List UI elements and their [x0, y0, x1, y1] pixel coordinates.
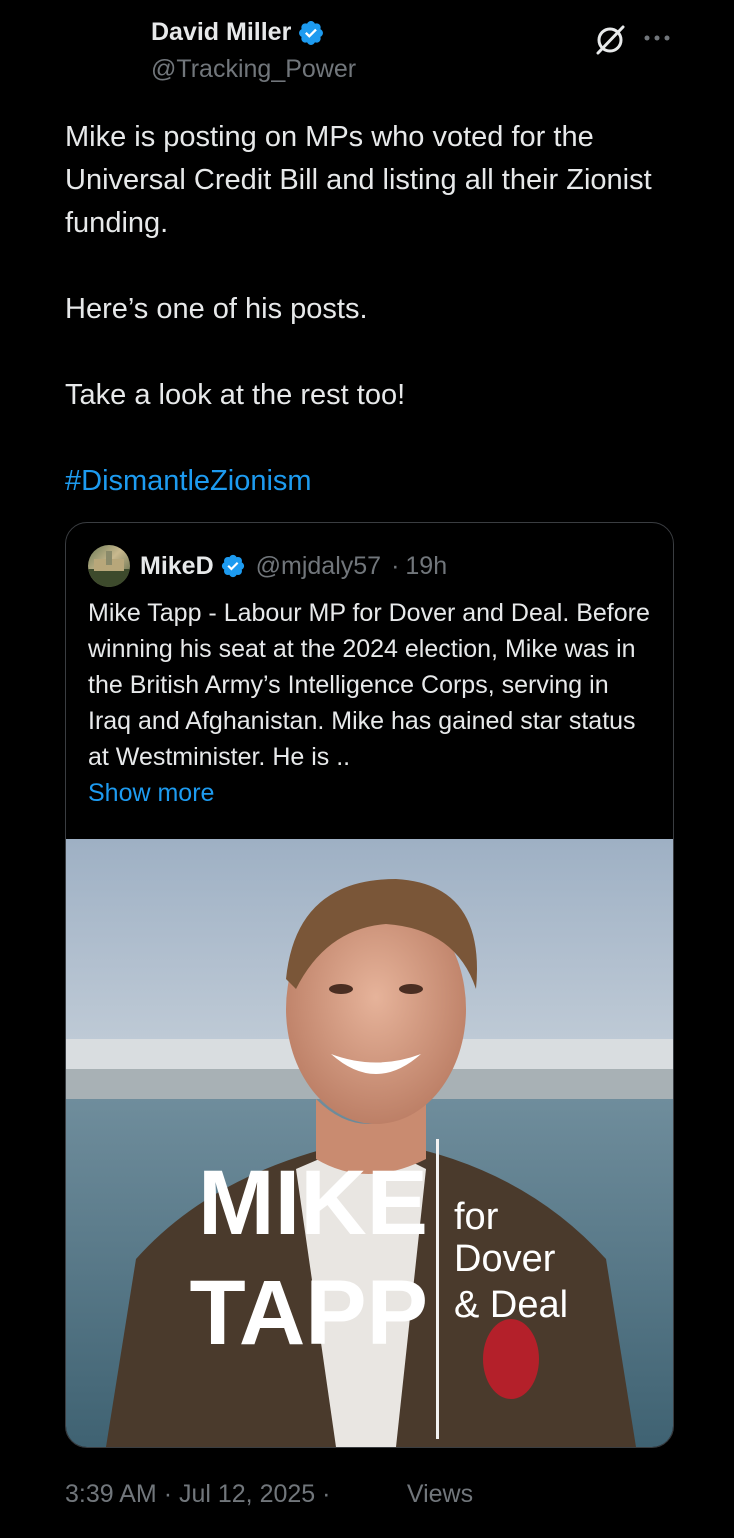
quoted-text-body: Mike Tapp - Labour MP for Dover and Deal… — [88, 599, 650, 771]
quoted-time[interactable]: 19h — [405, 552, 447, 581]
overlay-name-line1: MIKE — [198, 1152, 428, 1254]
separator-dot: · — [163, 1480, 173, 1508]
tweet-paragraph: Mike is posting on MPs who voted for the… — [65, 121, 652, 239]
author-name-row[interactable]: David Miller — [151, 18, 325, 47]
author-name[interactable]: David Miller — [151, 18, 291, 47]
overlay-for: for — [454, 1196, 499, 1238]
tweet-paragraph: Take a look at the rest too! — [65, 379, 406, 411]
tweet-footer: 3:39 AM · Jul 12, 2025 · Views — [65, 1480, 473, 1509]
quoted-tweet-image[interactable]: MIKE TAPP for Dover & Deal — [66, 839, 673, 1447]
views-label[interactable]: Views — [407, 1480, 473, 1508]
tweet-text: Mike is posting on MPs who voted for the… — [65, 116, 685, 503]
overlay-name-line2: TAPP — [189, 1262, 428, 1364]
quoted-author-handle[interactable]: @mjdaly57 — [256, 552, 381, 581]
quoted-author-name[interactable]: MikeD — [140, 552, 214, 581]
tweet-time[interactable]: 3:39 AM — [65, 1480, 157, 1508]
overlay-place1: Dover — [454, 1238, 556, 1280]
overlay-place2: & Deal — [454, 1284, 568, 1326]
quoted-tweet-text: Mike Tapp - Labour MP for Dover and Deal… — [88, 595, 658, 811]
quoted-tweet[interactable]: MikeD @mjdaly57 · 19h Mike Tapp - Labour… — [65, 522, 674, 1448]
tweet-header: David Miller @Tracking_Power — [0, 0, 734, 100]
tweet-paragraph: Here’s one of his posts. — [65, 293, 368, 325]
author-handle[interactable]: @Tracking_Power — [151, 55, 356, 84]
avatar[interactable] — [88, 545, 130, 587]
quoted-tweet-header: MikeD @mjdaly57 · 19h — [88, 545, 447, 587]
separator-dot: · — [391, 551, 400, 580]
verified-badge-icon — [221, 554, 244, 578]
more-icon[interactable] — [641, 30, 673, 46]
grok-icon[interactable] — [592, 22, 628, 58]
verified-badge-icon — [299, 20, 324, 45]
tweet-date[interactable]: Jul 12, 2025 — [179, 1480, 315, 1508]
separator-dot: · — [322, 1480, 331, 1508]
show-more-link[interactable]: Show more — [88, 775, 658, 811]
hashtag-link[interactable]: #DismantleZionism — [65, 460, 685, 503]
